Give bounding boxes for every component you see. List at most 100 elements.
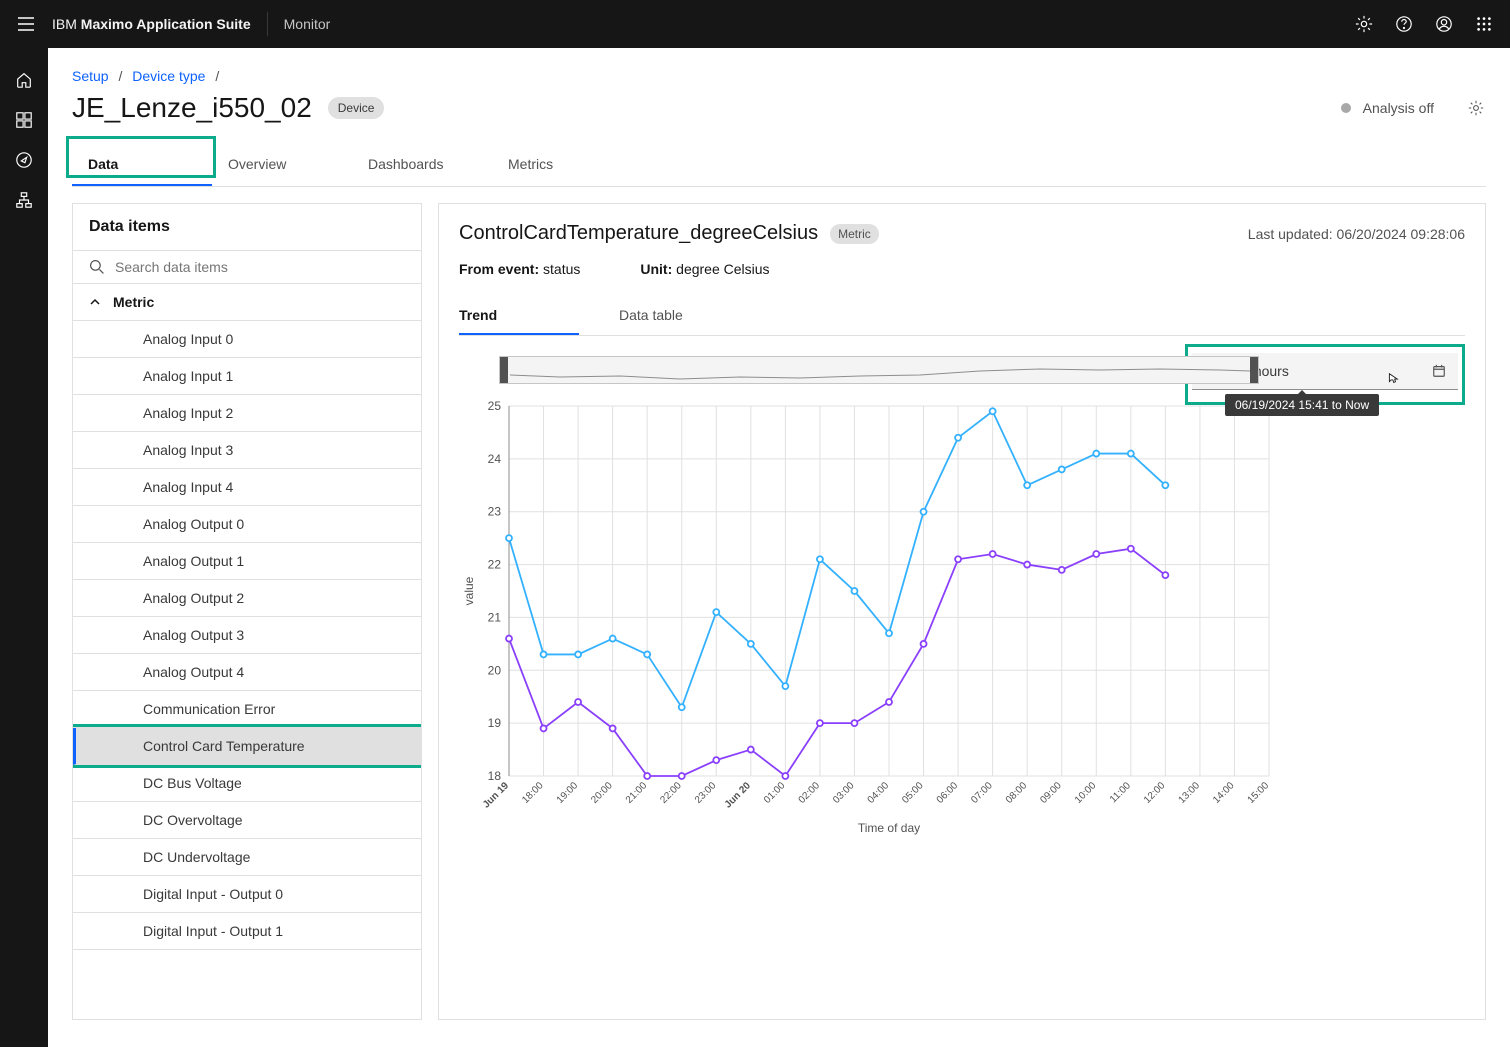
svg-text:25: 25 [488, 399, 502, 413]
from-event-value: status [539, 261, 580, 277]
svg-text:08:00: 08:00 [1004, 780, 1030, 806]
home-icon[interactable] [14, 70, 34, 90]
svg-text:02:00: 02:00 [797, 780, 823, 806]
list-item[interactable]: DC Undervoltage [73, 839, 421, 876]
highlight-box [73, 724, 421, 768]
suite-app[interactable]: Monitor [284, 16, 331, 32]
chevron-up-icon [89, 296, 101, 308]
group-label: Metric [113, 294, 154, 310]
svg-text:Jun 19: Jun 19 [481, 780, 511, 810]
item-list: Analog Input 0Analog Input 1Analog Input… [73, 321, 421, 1019]
search-icon [89, 259, 105, 275]
svg-text:18:00: 18:00 [520, 780, 546, 806]
svg-text:23:00: 23:00 [693, 780, 719, 806]
range-overview-strip[interactable] [499, 356, 1259, 384]
svg-text:10:00: 10:00 [1073, 780, 1099, 806]
svg-text:18: 18 [488, 769, 502, 783]
svg-text:23: 23 [488, 505, 502, 519]
apps-grid-icon[interactable] [1474, 14, 1494, 34]
list-item[interactable]: Communication Error [73, 691, 421, 728]
list-item[interactable]: Analog Output 2 [73, 580, 421, 617]
tab-metrics[interactable]: Metrics [492, 144, 632, 186]
hierarchy-icon[interactable] [14, 190, 34, 210]
svg-text:03:00: 03:00 [831, 780, 857, 806]
metric-sub-tabs: Trend Data table [459, 297, 1465, 336]
list-item[interactable]: Analog Input 0 [73, 321, 421, 358]
device-badge: Device [328, 97, 385, 119]
help-icon[interactable] [1394, 14, 1414, 34]
status-dot-icon [1341, 103, 1351, 113]
page-head: Setup / Device type / JE_Lenze_i550_02 D… [48, 48, 1510, 187]
from-event-label: From event: [459, 261, 539, 277]
svg-text:13:00: 13:00 [1177, 780, 1203, 806]
list-item[interactable]: Digital Input - Output 0 [73, 876, 421, 913]
top-header: IBM Maximo Application Suite Monitor [0, 0, 1510, 48]
list-item[interactable]: Analog Output 0 [73, 506, 421, 543]
list-item[interactable]: Analog Output 4 [73, 654, 421, 691]
svg-text:14:00: 14:00 [1211, 780, 1237, 806]
list-item[interactable]: Analog Output 1 [73, 543, 421, 580]
time-range-tooltip: 06/19/2024 15:41 to Now [1225, 394, 1379, 416]
search-input[interactable] [115, 259, 405, 275]
unit-label: Unit: [640, 261, 672, 277]
svg-text:04:00: 04:00 [866, 780, 892, 806]
hamburger-menu-icon[interactable] [16, 14, 36, 34]
svg-text:12:00: 12:00 [1142, 780, 1168, 806]
svg-text:05:00: 05:00 [900, 780, 926, 806]
metric-title: ControlCardTemperature_degreeCelsius [459, 222, 818, 245]
chart-area: 1819202122232425Jun 1918:0019:0020:0021:… [459, 356, 1465, 836]
list-item[interactable]: Analog Output 3 [73, 617, 421, 654]
breadcrumb-setup[interactable]: Setup [72, 68, 109, 84]
svg-text:21:00: 21:00 [624, 780, 650, 806]
svg-text:11:00: 11:00 [1108, 780, 1133, 805]
svg-text:19:00: 19:00 [555, 780, 581, 806]
list-item[interactable]: Digital Input - Output 1 [73, 913, 421, 950]
unit-value: degree Celsius [672, 261, 769, 277]
cursor-pointer-icon [1385, 372, 1399, 389]
tab-data[interactable]: Data [72, 144, 212, 186]
trend-chart[interactable]: 1819202122232425Jun 1918:0019:0020:0021:… [459, 396, 1279, 836]
gear-icon[interactable] [1354, 14, 1374, 34]
svg-text:06:00: 06:00 [935, 780, 961, 806]
list-item[interactable]: Analog Input 2 [73, 395, 421, 432]
metric-panel: ControlCardTemperature_degreeCelsius Met… [438, 203, 1486, 1020]
subtab-data-table[interactable]: Data table [619, 297, 739, 335]
svg-text:09:00: 09:00 [1038, 780, 1064, 806]
dashboard-icon[interactable] [14, 110, 34, 130]
tab-overview[interactable]: Overview [212, 144, 352, 186]
compass-icon[interactable] [14, 150, 34, 170]
range-handle-right[interactable] [1250, 357, 1258, 383]
tab-dashboards[interactable]: Dashboards [352, 144, 492, 186]
list-item[interactable]: Analog Input 4 [73, 469, 421, 506]
list-item[interactable]: DC Overvoltage [73, 802, 421, 839]
subtab-trend[interactable]: Trend [459, 297, 579, 335]
page-title: JE_Lenze_i550_02 [72, 92, 312, 124]
svg-text:Time of day: Time of day [858, 821, 920, 835]
svg-text:07:00: 07:00 [969, 780, 995, 806]
list-item[interactable]: Analog Input 3 [73, 432, 421, 469]
svg-text:Jun 20: Jun 20 [723, 780, 753, 810]
user-icon[interactable] [1434, 14, 1454, 34]
breadcrumb-sep: / [118, 68, 122, 84]
page-tabs: Data Overview Dashboards Metrics [72, 144, 1486, 187]
svg-text:01:00: 01:00 [762, 780, 788, 806]
svg-text:22: 22 [488, 558, 502, 572]
calendar-icon [1432, 364, 1446, 378]
breadcrumb-device-type[interactable]: Device type [132, 68, 205, 84]
list-item[interactable]: Analog Input 1 [73, 358, 421, 395]
breadcrumb: Setup / Device type / [72, 68, 1486, 84]
suite-bold: Maximo Application Suite [81, 16, 251, 32]
gear-icon[interactable] [1466, 98, 1486, 118]
panel-title: Data items [73, 204, 421, 250]
last-updated: Last updated: 06/20/2024 09:28:06 [1248, 226, 1465, 242]
svg-text:value: value [462, 576, 476, 605]
list-item[interactable]: DC Bus Voltage [73, 765, 421, 802]
suite-prefix: IBM [52, 16, 81, 32]
list-item[interactable]: Control Card Temperature [73, 728, 421, 765]
suite-name: IBM Maximo Application Suite [52, 16, 251, 32]
breadcrumb-sep: / [215, 68, 219, 84]
group-metric[interactable]: Metric [73, 284, 421, 321]
svg-text:15:00: 15:00 [1246, 780, 1272, 806]
analysis-status: Analysis off [1363, 100, 1434, 116]
metric-badge: Metric [830, 224, 879, 244]
